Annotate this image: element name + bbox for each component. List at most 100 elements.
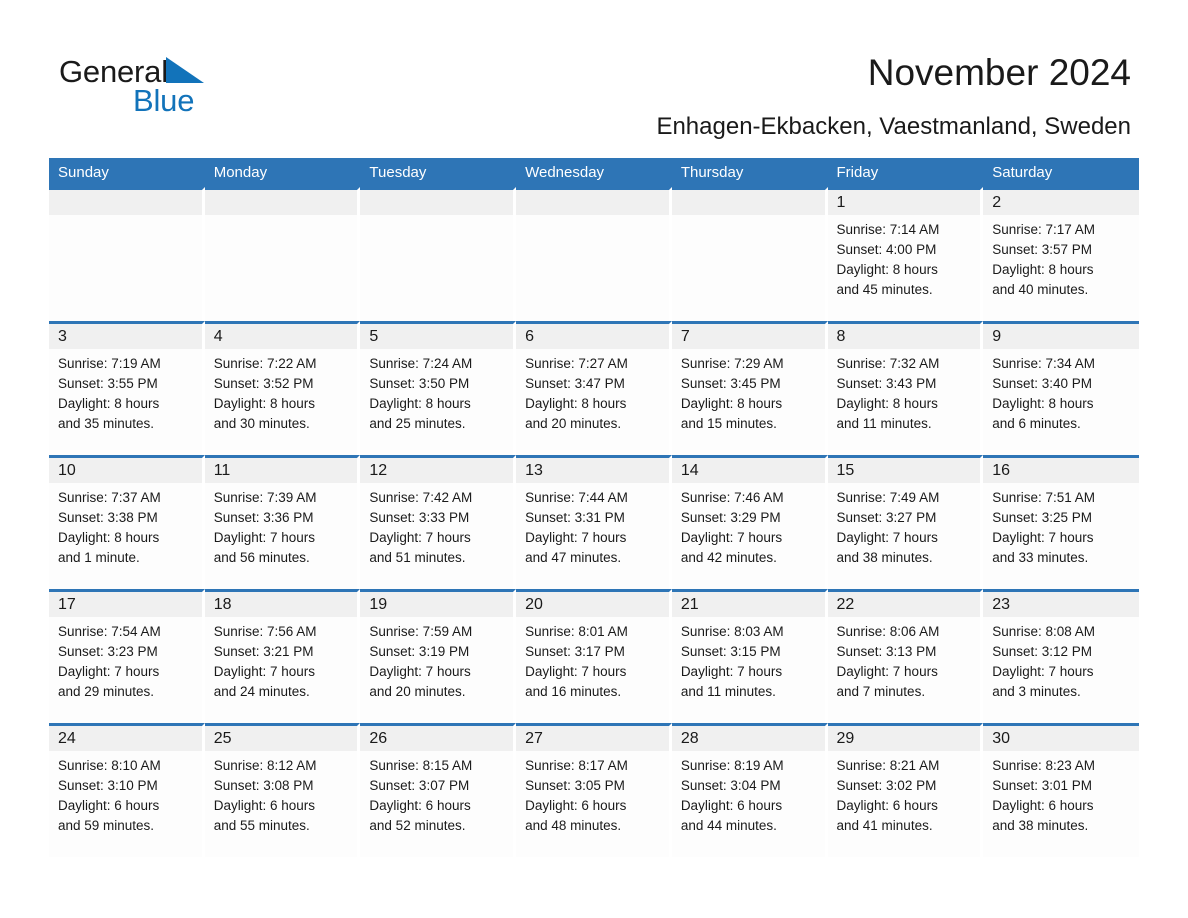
day-number: 15 (836, 462, 855, 479)
day-detail-line: Daylight: 8 hours (58, 530, 160, 545)
day-details (205, 215, 358, 220)
calendar-day-cell[interactable]: 20 Sunrise: 8:01 AM Sunset: 3:17 PM Dayligh… (516, 589, 672, 723)
day-details: Sunrise: 8:12 AM Sunset: 3:08 PM Daylight:… (205, 751, 358, 836)
day-detail-line: and 20 minutes. (525, 416, 622, 431)
day-detail-line: and 6 minutes. (992, 416, 1081, 431)
day-number-strip (204, 190, 358, 215)
calendar-day-cell[interactable]: 21 Sunrise: 8:03 AM Sunset: 3:15 PM Dayligh… (671, 589, 828, 723)
day-number-strip: 10 (49, 458, 202, 483)
day-number-strip: 5 (360, 324, 514, 349)
day-details: Sunrise: 7:29 AM Sunset: 3:45 PM Daylight:… (672, 349, 825, 434)
day-detail-line: Sunset: 3:57 PM (992, 242, 1093, 257)
calendar-day-cell[interactable]: 11 Sunrise: 7:39 AM Sunset: 3:36 PM Dayligh… (204, 455, 361, 589)
page-subtitle: Enhagen-Ekbacken, Vaestmanland, Sweden (656, 113, 1131, 140)
day-number: 3 (58, 328, 67, 345)
day-details: Sunrise: 7:42 AM Sunset: 3:33 PM Daylight:… (360, 483, 513, 568)
day-detail-line: and 59 minutes. (58, 818, 155, 833)
general-blue-logo: General Blue (59, 54, 359, 124)
day-detail-line: Sunrise: 7:56 AM (213, 624, 317, 639)
calendar-day-cell[interactable]: 27 Sunrise: 8:17 AM Sunset: 3:05 PM Dayligh… (516, 723, 672, 857)
calendar-day-cell[interactable]: 29 Sunrise: 8:21 AM Sunset: 3:02 PM Dayligh… (827, 723, 984, 857)
calendar-day-cell[interactable]: 6 Sunrise: 7:27 AM Sunset: 3:47 PM Daylight… (516, 321, 672, 455)
day-detail-line: Daylight: 8 hours (836, 262, 938, 277)
calendar-day-cell[interactable]: 3 Sunrise: 7:19 AM Sunset: 3:55 PM Daylight… (49, 321, 205, 455)
calendar-day-cell[interactable]: 23 Sunrise: 8:08 AM Sunset: 3:12 PM Dayligh… (983, 589, 1139, 723)
calendar-day-cell[interactable]: 8 Sunrise: 7:32 AM Sunset: 3:43 PM Daylight… (827, 321, 984, 455)
calendar-day-cell[interactable]: 14 Sunrise: 7:46 AM Sunset: 3:29 PM Dayligh… (671, 455, 828, 589)
day-detail-line: Daylight: 7 hours (992, 664, 1094, 679)
day-detail-line: Sunrise: 8:15 AM (369, 758, 473, 773)
day-detail-line: Sunrise: 8:23 AM (992, 758, 1096, 773)
day-detail-line: Sunset: 3:13 PM (836, 644, 937, 659)
day-number: 26 (369, 730, 388, 747)
day-details: Sunrise: 8:23 AM Sunset: 3:01 PM Daylight:… (983, 751, 1139, 836)
day-detail-line: Sunrise: 7:49 AM (836, 490, 940, 505)
calendar-weeks: 1 Sunrise: 7:14 AM Sunset: 4:00 PM Daylight… (49, 187, 1139, 857)
day-number-strip: 30 (983, 726, 1139, 751)
calendar-day-cell[interactable]: 28 Sunrise: 8:19 AM Sunset: 3:04 PM Dayligh… (671, 723, 828, 857)
calendar-day-cell[interactable]: 30 Sunrise: 8:23 AM Sunset: 3:01 PM Dayligh… (983, 723, 1139, 857)
day-detail-line: Sunrise: 7:32 AM (836, 356, 940, 371)
weekday-header-friday: Friday (836, 164, 879, 181)
day-number: 28 (680, 730, 699, 747)
day-detail-line: Sunrise: 8:19 AM (680, 758, 784, 773)
day-details: Sunrise: 7:17 AM Sunset: 3:57 PM Daylight:… (983, 215, 1139, 300)
calendar-day-cell[interactable]: 17 Sunrise: 7:54 AM Sunset: 3:23 PM Dayligh… (49, 589, 205, 723)
day-detail-line: and 29 minutes. (58, 684, 155, 699)
day-details: Sunrise: 8:21 AM Sunset: 3:02 PM Daylight:… (828, 751, 981, 836)
calendar-day-cell[interactable]: 13 Sunrise: 7:44 AM Sunset: 3:31 PM Dayligh… (516, 455, 672, 589)
day-detail-line: and 35 minutes. (58, 416, 155, 431)
calendar-day-cell[interactable]: 5 Sunrise: 7:24 AM Sunset: 3:50 PM Daylight… (360, 321, 517, 455)
calendar-day-cell[interactable]: 18 Sunrise: 7:56 AM Sunset: 3:21 PM Dayligh… (204, 589, 361, 723)
calendar-day-cell[interactable]: 12 Sunrise: 7:42 AM Sunset: 3:33 PM Dayligh… (360, 455, 517, 589)
calendar-day-cell[interactable]: 16 Sunrise: 7:51 AM Sunset: 3:25 PM Dayligh… (983, 455, 1139, 589)
day-details: Sunrise: 8:08 AM Sunset: 3:12 PM Daylight:… (983, 617, 1139, 702)
calendar-day-cell[interactable]: 25 Sunrise: 8:12 AM Sunset: 3:08 PM Dayligh… (204, 723, 361, 857)
calendar-day-cell[interactable]: 15 Sunrise: 7:49 AM Sunset: 3:27 PM Dayligh… (827, 455, 984, 589)
calendar-day-cell[interactable]: 2 Sunrise: 7:17 AM Sunset: 3:57 PM Daylight… (983, 187, 1139, 321)
calendar-day-cell[interactable]: 19 Sunrise: 7:59 AM Sunset: 3:19 PM Dayligh… (360, 589, 517, 723)
day-details: Sunrise: 7:19 AM Sunset: 3:55 PM Daylight:… (49, 349, 202, 434)
day-detail-line: and 16 minutes. (525, 684, 622, 699)
day-detail-line: Sunset: 3:10 PM (58, 778, 158, 793)
day-detail-line: Daylight: 7 hours (213, 664, 316, 679)
logo-top-row: General (59, 54, 359, 90)
day-detail-line: Daylight: 6 hours (369, 798, 471, 813)
day-detail-line: and 7 minutes. (836, 684, 926, 699)
calendar-day-cell[interactable]: 1 Sunrise: 7:14 AM Sunset: 4:00 PM Daylight… (827, 187, 984, 321)
day-number: 21 (680, 596, 699, 613)
day-number: 1 (836, 194, 846, 211)
triangle-icon (165, 57, 204, 83)
day-number: 11 (213, 462, 231, 479)
calendar-day-cell[interactable]: 22 Sunrise: 8:06 AM Sunset: 3:13 PM Dayligh… (827, 589, 984, 723)
calendar-day-cell[interactable]: 4 Sunrise: 7:22 AM Sunset: 3:52 PM Daylight… (204, 321, 361, 455)
day-detail-line: and 51 minutes. (369, 550, 466, 565)
day-detail-line: Sunset: 3:15 PM (680, 644, 781, 659)
day-detail-line: Daylight: 7 hours (836, 530, 938, 545)
calendar-day-cell[interactable]: 7 Sunrise: 7:29 AM Sunset: 3:45 PM Daylight… (671, 321, 828, 455)
day-detail-line: Daylight: 6 hours (836, 798, 938, 813)
day-number-strip: 15 (827, 458, 981, 483)
day-detail-line: Sunrise: 7:42 AM (369, 490, 473, 505)
day-number-strip (671, 190, 825, 215)
day-detail-line: Sunset: 3:52 PM (213, 376, 314, 391)
day-detail-line: Sunrise: 7:17 AM (992, 222, 1096, 237)
day-detail-line: and 11 minutes. (836, 416, 932, 431)
calendar-day-cell[interactable]: 24 Sunrise: 8:10 AM Sunset: 3:10 PM Dayligh… (49, 723, 205, 857)
day-details: Sunrise: 8:17 AM Sunset: 3:05 PM Daylight:… (516, 751, 669, 836)
day-number-strip (360, 190, 514, 215)
day-detail-line: Sunset: 3:02 PM (836, 778, 937, 793)
day-details: Sunrise: 7:59 AM Sunset: 3:19 PM Daylight:… (360, 617, 513, 702)
day-detail-line: Daylight: 7 hours (525, 664, 627, 679)
day-detail-line: Sunset: 3:25 PM (992, 510, 1093, 525)
calendar-day-cell[interactable]: 26 Sunrise: 8:15 AM Sunset: 3:07 PM Dayligh… (360, 723, 517, 857)
day-number-strip: 16 (983, 458, 1139, 483)
calendar-day-cell[interactable]: 9 Sunrise: 7:34 AM Sunset: 3:40 PM Daylight… (983, 321, 1139, 455)
day-details: Sunrise: 7:51 AM Sunset: 3:25 PM Daylight:… (983, 483, 1139, 568)
calendar-day-cell-empty (516, 187, 672, 321)
day-detail-line: and 41 minutes. (836, 818, 933, 833)
calendar-day-cell-empty (671, 187, 828, 321)
calendar-day-cell[interactable]: 10 Sunrise: 7:37 AM Sunset: 3:38 PM Dayligh… (49, 455, 205, 589)
day-detail-line: Daylight: 7 hours (680, 664, 783, 679)
day-detail-line: and 56 minutes. (213, 550, 310, 565)
